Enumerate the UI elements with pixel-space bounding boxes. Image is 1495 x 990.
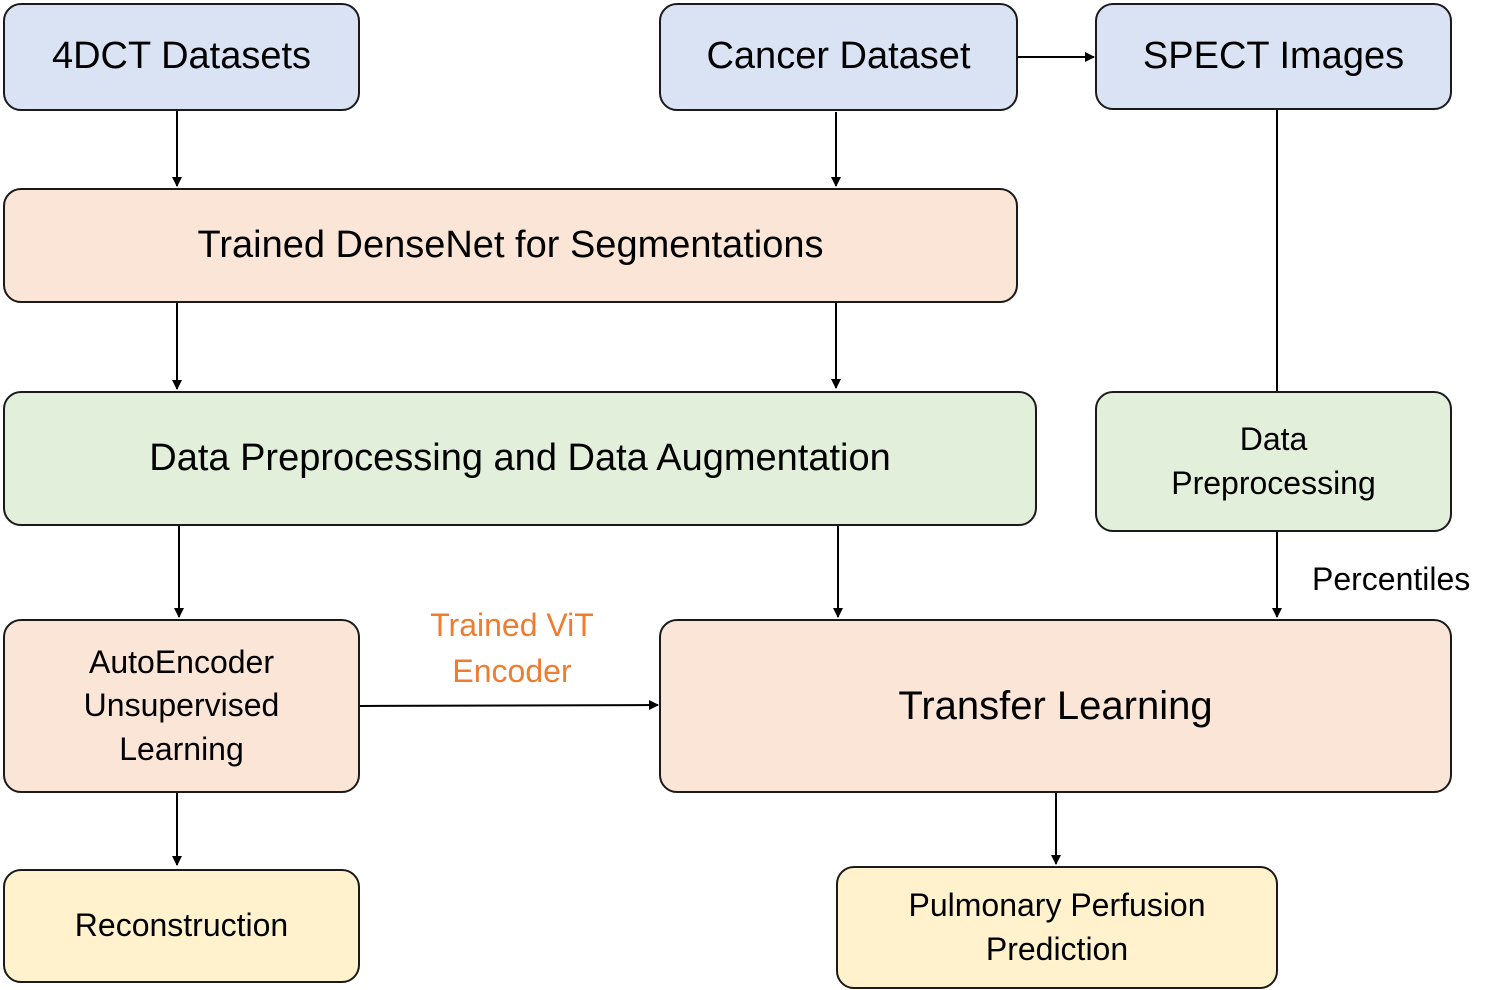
node-trained-densenet: Trained DenseNet for Segmentations xyxy=(3,188,1018,303)
node-preprocessing-augmentation: Data Preprocessing and Data Augmentation xyxy=(3,391,1037,526)
node-label: 4DCT Datasets xyxy=(51,35,312,78)
node-cancer-dataset: Cancer Dataset xyxy=(659,3,1018,111)
node-transfer-learning: Transfer Learning xyxy=(659,619,1452,793)
node-label: Transfer Learning xyxy=(898,684,1213,728)
node-label: SPECT Images xyxy=(1142,34,1405,77)
edge-label-percentiles: Percentiles xyxy=(1312,556,1470,602)
node-label-line: Pulmonary Perfusion xyxy=(908,887,1206,924)
node-label-line: Learning xyxy=(119,730,244,767)
node-label: Cancer Dataset xyxy=(706,35,971,78)
edge-label-line: Trained ViT xyxy=(430,607,594,643)
node-label-line: Prediction xyxy=(985,930,1129,967)
node-pulmonary-perfusion: Pulmonary Perfusion Prediction xyxy=(836,866,1278,989)
node-label-line: AutoEncoder xyxy=(88,644,274,681)
node-spect-images: SPECT Images xyxy=(1095,3,1452,110)
node-label-line: Unsupervised xyxy=(83,687,280,724)
node-label-line: Data xyxy=(1239,421,1308,458)
node-data-preprocessing: Data Preprocessing xyxy=(1095,391,1452,532)
arrow-autoencoder-to-transfer xyxy=(358,700,659,711)
node-label-line: Preprocessing xyxy=(1171,464,1376,501)
node-4dct-datasets: 4DCT Datasets xyxy=(3,3,360,111)
edge-label-text: Percentiles xyxy=(1312,561,1471,597)
node-label: Reconstruction xyxy=(74,907,289,944)
node-label: Data Preprocessing and Data Augmentation xyxy=(149,436,891,479)
node-autoencoder: AutoEncoder Unsupervised Learning xyxy=(3,619,360,793)
node-reconstruction: Reconstruction xyxy=(3,869,360,983)
edge-label-line: Encoder xyxy=(452,653,572,690)
edge-label-trained-vit: Trained ViT Encoder xyxy=(392,602,632,695)
node-label: Trained DenseNet for Segmentations xyxy=(197,223,824,266)
